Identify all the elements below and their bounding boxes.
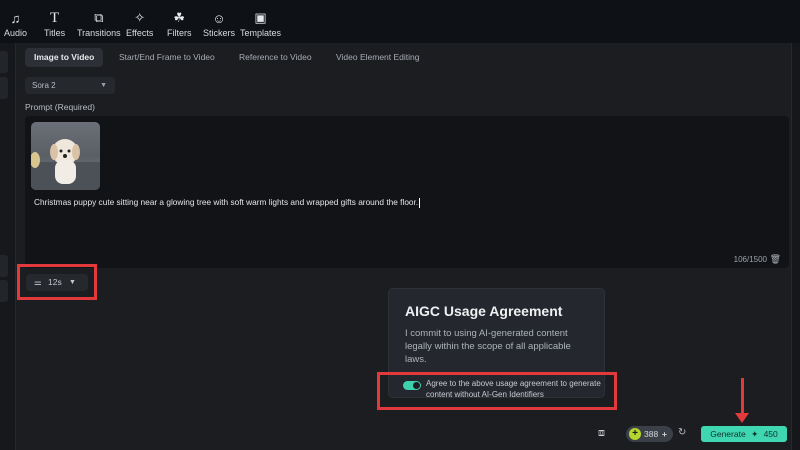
puppy-image: [31, 139, 100, 190]
annotation-arrowhead: [735, 413, 749, 423]
tab-video-element-editing[interactable]: Video Element Editing: [327, 48, 428, 67]
sidebar-item[interactable]: [0, 77, 8, 99]
sidebar-item[interactable]: [0, 280, 8, 302]
toolbar-audio[interactable]: ♫ Audio: [4, 10, 27, 39]
sidebar-item[interactable]: [0, 255, 8, 277]
scrollbar[interactable]: [791, 43, 800, 450]
filters-icon: ☘: [173, 10, 186, 25]
chevron-down-icon: ▼: [100, 82, 107, 89]
sidebar-item[interactable]: [0, 51, 8, 73]
generate-button[interactable]: Generate ✦ 450: [701, 426, 787, 442]
tab-start-end-frame[interactable]: Start/End Frame to Video: [110, 48, 224, 67]
sparkle-icon: ✦: [751, 429, 759, 439]
model-select[interactable]: Sora 2 ▼: [25, 77, 115, 94]
highlight-box-duration: [17, 264, 97, 300]
text-icon: T: [49, 9, 60, 26]
credits-badge[interactable]: + 388 +: [626, 426, 673, 442]
left-sidebar: [0, 43, 16, 450]
trash-icon[interactable]: 🗑: [770, 254, 781, 265]
transitions-icon: ⧉: [94, 10, 104, 25]
refresh-icon[interactable]: ↻: [678, 427, 686, 438]
toolbar-stickers[interactable]: ☺ Stickers: [203, 10, 235, 39]
prompt-input[interactable]: Christmas puppy cute sitting near a glow…: [25, 116, 789, 268]
annotation-arrow: [741, 378, 744, 418]
top-toolbar: ♫ Audio T Titles ⧉ Transitions ✧ Effects ☘ Fi…: [0, 0, 800, 43]
agreement-title: AIGC Usage Agreement: [405, 303, 563, 319]
ai-image-icon[interactable]: ⧈: [598, 427, 605, 440]
toolbar-filters[interactable]: ☘ Filters: [167, 10, 192, 38]
toolbar-titles[interactable]: T Titles: [44, 9, 65, 39]
toolbar-effects[interactable]: ✧ Effects: [126, 10, 153, 38]
templates-icon: ▣: [254, 10, 267, 25]
add-credits-icon[interactable]: +: [662, 426, 667, 442]
highlight-box-agreement: [377, 372, 617, 410]
stickers-icon: ☺: [212, 10, 226, 26]
prompt-label: Prompt (Required): [25, 102, 95, 112]
agreement-body: I commit to using AI-generated content l…: [405, 328, 571, 365]
prompt-text: Christmas puppy cute sitting near a glow…: [34, 197, 419, 207]
effects-icon: ✧: [134, 10, 146, 25]
toolbar-transitions[interactable]: ⧉ Transitions: [77, 10, 121, 38]
music-icon: ♫: [10, 10, 21, 26]
tab-reference-to-video[interactable]: Reference to Video: [230, 48, 321, 67]
text-caret: [419, 197, 421, 208]
uploaded-image-thumbnail[interactable]: [31, 122, 100, 190]
credit-coin-icon: +: [629, 428, 641, 440]
toolbar-templates[interactable]: ▣ Templates: [240, 10, 281, 38]
tab-image-to-video[interactable]: Image to Video: [25, 48, 104, 67]
character-count: 106/1500: [733, 255, 767, 264]
